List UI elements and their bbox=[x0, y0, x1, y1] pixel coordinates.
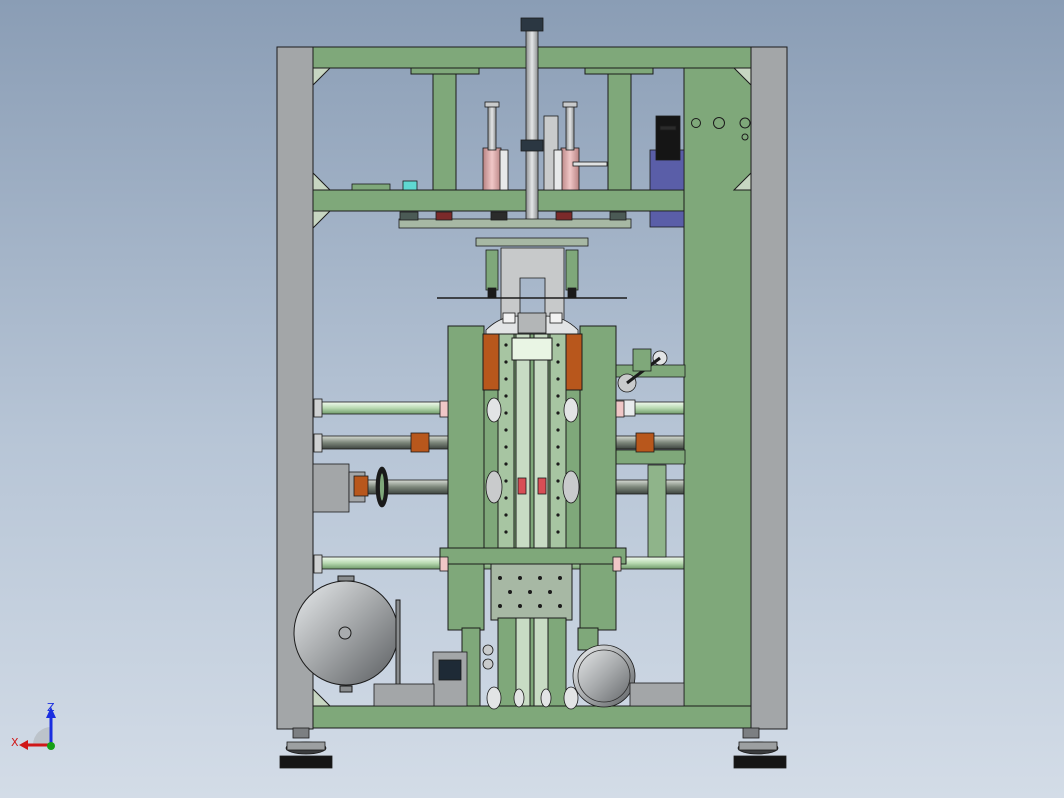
rail-bolt bbox=[556, 411, 560, 415]
gripper-head bbox=[437, 247, 627, 335]
carriage-rail-right bbox=[549, 333, 567, 551]
cad-machine-drawing: Z X bbox=[11, 17, 788, 769]
motor-head bbox=[655, 115, 681, 161]
rail-bolt bbox=[556, 377, 560, 381]
copper-bushing-left bbox=[482, 333, 500, 391]
drive-motor bbox=[572, 644, 636, 708]
gripper-center-block bbox=[517, 312, 547, 334]
rail-bolt bbox=[556, 496, 560, 500]
crossbar-plate bbox=[439, 547, 627, 565]
x-axis-label: X bbox=[11, 736, 19, 749]
rail-bolt bbox=[556, 462, 560, 466]
gusset-ml2 bbox=[312, 210, 332, 230]
mount-bolt bbox=[498, 576, 502, 580]
rail-bolt bbox=[556, 343, 560, 347]
mount-bolt bbox=[518, 576, 522, 580]
rail-bolt bbox=[504, 462, 508, 466]
rail-bolt bbox=[556, 513, 560, 517]
rail-bolt bbox=[556, 394, 560, 398]
mount-bolt bbox=[518, 604, 522, 608]
sensor-block bbox=[402, 180, 418, 191]
rail-bolt bbox=[504, 377, 508, 381]
rail-bolt bbox=[504, 343, 508, 347]
right-green-column bbox=[683, 67, 752, 707]
foot-pad-left bbox=[279, 755, 333, 769]
upper-inner-post-right bbox=[607, 67, 632, 191]
z-axis-label: Z bbox=[47, 701, 55, 714]
motor-lower bbox=[649, 210, 685, 228]
pink-collar-lower-left bbox=[439, 556, 449, 572]
carriage-side-left bbox=[447, 325, 485, 631]
bearing-block-left bbox=[312, 463, 350, 513]
pink-collar-upper-left bbox=[439, 400, 449, 418]
gusset-tl bbox=[312, 67, 332, 87]
leveling-feet bbox=[279, 727, 787, 769]
carriage-rail-left bbox=[497, 333, 515, 551]
pink-cylinder-right bbox=[560, 147, 580, 191]
mount-bolt bbox=[498, 604, 502, 608]
mount-bolt bbox=[528, 590, 532, 594]
y-axis-dot-icon bbox=[47, 742, 55, 750]
gusset-bl bbox=[312, 687, 332, 707]
cylinder-rod-right bbox=[565, 103, 575, 151]
mount-bolt bbox=[508, 590, 512, 594]
bottom-crossbeam bbox=[310, 705, 753, 729]
rail-bolt bbox=[504, 513, 508, 517]
rail-bolt bbox=[504, 496, 508, 500]
rail-bolt bbox=[504, 428, 508, 432]
upper-bracket-right bbox=[584, 67, 654, 75]
carriage-side-right bbox=[579, 325, 617, 631]
rail-bolt bbox=[504, 530, 508, 534]
pink-roller-right bbox=[537, 477, 547, 495]
rail-bolt bbox=[504, 445, 508, 449]
rail-bolt bbox=[504, 360, 508, 364]
rod-cap bbox=[520, 17, 544, 32]
rail-bolt bbox=[556, 479, 560, 483]
axis-triad: Z X bbox=[11, 701, 56, 750]
top-light-bar bbox=[511, 337, 553, 361]
upper-inner-post-left bbox=[432, 67, 457, 191]
foot-pad-right bbox=[733, 755, 787, 769]
mount-bolt bbox=[538, 576, 542, 580]
mount-bolt bbox=[558, 604, 562, 608]
mount-bolt bbox=[538, 604, 542, 608]
carriage-rail-mid-right bbox=[533, 333, 549, 551]
copper-nut-upper-right bbox=[635, 432, 655, 453]
rail-bolt bbox=[556, 428, 560, 432]
copper-nut-upper-left bbox=[410, 432, 430, 453]
mount-bolt bbox=[558, 576, 562, 580]
rail-bolt bbox=[556, 360, 560, 364]
mount-bolt bbox=[548, 590, 552, 594]
gusset-ml bbox=[312, 171, 332, 191]
rail-bolt bbox=[504, 411, 508, 415]
cylinder-rod-left bbox=[487, 103, 497, 151]
center-rod bbox=[525, 29, 539, 221]
lower-plate bbox=[475, 237, 589, 247]
upper-bracket-left bbox=[410, 67, 480, 75]
pink-cylinder-left bbox=[482, 147, 502, 191]
lower-column bbox=[497, 617, 567, 707]
x-arrow-icon bbox=[19, 740, 28, 750]
copper-nut-left bbox=[353, 475, 369, 497]
rail-bolt bbox=[556, 530, 560, 534]
copper-bushing-right bbox=[565, 333, 583, 391]
carriage-rail-mid-left bbox=[515, 333, 531, 551]
upper-plate bbox=[398, 218, 632, 229]
linkage-mechanism bbox=[614, 348, 686, 558]
right-steel-post bbox=[750, 46, 788, 730]
pink-roller-left bbox=[517, 477, 527, 495]
rail-bolt bbox=[556, 445, 560, 449]
rail-bolt bbox=[504, 394, 508, 398]
rod-clamp bbox=[520, 139, 544, 152]
rail-bolt bbox=[504, 479, 508, 483]
